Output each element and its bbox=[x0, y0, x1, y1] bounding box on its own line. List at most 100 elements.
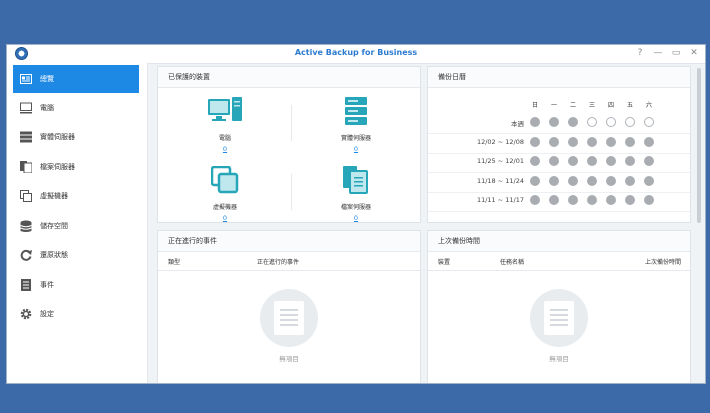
backup-day-dot[interactable] bbox=[606, 175, 616, 186]
sidebar-item-restore-status[interactable]: 還原狀態 bbox=[7, 241, 147, 271]
device-physical-server: 實體伺服器 0 bbox=[311, 97, 401, 153]
empty-list-icon bbox=[530, 289, 588, 347]
empty-day-dot[interactable] bbox=[587, 117, 597, 127]
sidebar-item-log[interactable]: 事件 bbox=[7, 270, 147, 300]
weekday-header: 日 bbox=[531, 102, 538, 109]
backup-day-dot[interactable] bbox=[587, 175, 597, 186]
week-label: 11/25 ~ 12/01 bbox=[476, 157, 524, 165]
backup-day-dot[interactable] bbox=[644, 175, 654, 186]
sidebar-item-pc[interactable]: 電腦 bbox=[7, 93, 147, 123]
week-label: 11/18 ~ 11/24 bbox=[476, 176, 524, 185]
sidebar-item-overview[interactable]: 總覽 bbox=[13, 65, 139, 93]
overview-icon bbox=[20, 73, 32, 85]
week-label: 本週 bbox=[511, 120, 524, 128]
weekday-header: 四 bbox=[607, 102, 614, 109]
backup-day-dot[interactable] bbox=[530, 136, 540, 147]
backup-day-dot[interactable] bbox=[530, 156, 540, 166]
calendar-week-row: 12/02 ~ 12/08 bbox=[428, 134, 690, 154]
empty-day-dot[interactable] bbox=[625, 117, 635, 127]
device-label: 電腦 bbox=[218, 135, 231, 142]
backup-day-dot[interactable] bbox=[549, 175, 559, 186]
protected-devices-panel: 已保護的裝置 電腦 0 實體伺服器 0 虛擬機器 0 檔案伺服器 0 bbox=[157, 66, 421, 223]
column-header-device[interactable]: 裝置 bbox=[438, 257, 450, 266]
backup-day-dot[interactable] bbox=[587, 136, 597, 147]
backup-day-dot[interactable] bbox=[549, 195, 559, 205]
backup-day-dot[interactable] bbox=[549, 136, 559, 147]
device-label: 虛擬機器 bbox=[212, 204, 237, 211]
sidebar-item-virtual-machine[interactable]: 虛擬機器 bbox=[7, 182, 147, 212]
sidebar: 總覽 電腦 實體伺服器 檔案伺服器 虛擬機器 儲存空間 還原狀態 事件 設定 bbox=[7, 63, 148, 383]
sidebar-item-file-server[interactable]: 檔案伺服器 bbox=[7, 152, 147, 182]
device-count-link[interactable]: 0 bbox=[311, 214, 401, 222]
restore-icon bbox=[20, 249, 32, 262]
backup-day-dot[interactable] bbox=[606, 136, 616, 147]
storage-icon bbox=[20, 220, 32, 232]
empty-message: 無項目 bbox=[279, 355, 299, 363]
help-icon[interactable]: ? bbox=[635, 47, 645, 60]
device-count-link[interactable]: 0 bbox=[180, 214, 270, 222]
backup-day-dot[interactable] bbox=[587, 156, 597, 166]
backup-day-dot[interactable] bbox=[606, 156, 616, 166]
app-window: Active Backup for Business ? — ▭ ✕ 總覽 電腦… bbox=[6, 44, 706, 384]
server-icon bbox=[345, 97, 367, 125]
empty-day-dot[interactable] bbox=[606, 117, 616, 127]
backup-day-dot[interactable] bbox=[549, 117, 559, 127]
backup-day-dot[interactable] bbox=[568, 136, 578, 147]
sidebar-item-label: 虛擬機器 bbox=[40, 192, 68, 201]
calendar-week-row: 11/18 ~ 11/24 bbox=[428, 173, 690, 193]
sidebar-item-physical-server[interactable]: 實體伺服器 bbox=[7, 123, 147, 153]
backup-day-dot[interactable] bbox=[625, 195, 635, 205]
backup-day-dot[interactable] bbox=[568, 195, 578, 205]
weekday-header: 五 bbox=[626, 102, 633, 109]
log-icon bbox=[20, 278, 32, 291]
minimize-icon[interactable]: — bbox=[653, 47, 663, 60]
scrollbar[interactable] bbox=[697, 68, 701, 223]
maximize-icon[interactable]: ▭ bbox=[671, 47, 681, 60]
device-count-link[interactable]: 0 bbox=[180, 145, 270, 153]
weekday-header: 三 bbox=[588, 102, 595, 109]
column-header-event[interactable]: 正在進行的事件 bbox=[257, 257, 299, 266]
sidebar-item-label: 儲存空間 bbox=[40, 221, 68, 230]
sidebar-item-label: 實體伺服器 bbox=[40, 133, 75, 142]
sidebar-item-label: 事件 bbox=[40, 280, 54, 289]
file-server-icon bbox=[343, 166, 368, 194]
backup-day-dot[interactable] bbox=[549, 156, 559, 166]
panel-title: 備份日曆 bbox=[428, 67, 690, 88]
weekday-header: 六 bbox=[645, 102, 652, 109]
backup-day-dot[interactable] bbox=[625, 136, 635, 147]
backup-day-dot[interactable] bbox=[644, 195, 654, 205]
panel-title: 上次備份時間 bbox=[428, 231, 690, 252]
column-header-last-backup[interactable]: 上次備份時間 bbox=[645, 257, 681, 266]
device-count-link[interactable]: 0 bbox=[311, 145, 401, 153]
close-icon[interactable]: ✕ bbox=[689, 47, 699, 60]
sidebar-item-settings[interactable]: 設定 bbox=[7, 300, 147, 330]
window-title: Active Backup for Business bbox=[294, 48, 418, 57]
backup-day-dot[interactable] bbox=[644, 156, 654, 166]
column-header-type[interactable]: 類型 bbox=[168, 257, 180, 266]
pc-icon bbox=[20, 102, 32, 114]
calendar-week-row: 11/11 ~ 11/17 bbox=[428, 192, 690, 212]
device-label: 實體伺服器 bbox=[340, 135, 371, 142]
backup-day-dot[interactable] bbox=[625, 156, 635, 166]
backup-day-dot[interactable] bbox=[530, 117, 540, 127]
pc-icon bbox=[208, 97, 242, 121]
week-label: 11/11 ~ 11/17 bbox=[476, 196, 524, 204]
device-label: 檔案伺服器 bbox=[340, 204, 371, 211]
backup-day-dot[interactable] bbox=[606, 195, 616, 205]
column-header-task[interactable]: 任務名稱 bbox=[500, 257, 524, 266]
table-header: 類型 正在進行的事件 bbox=[158, 252, 420, 271]
backup-day-dot[interactable] bbox=[530, 195, 540, 205]
backup-day-dot[interactable] bbox=[625, 175, 635, 186]
calendar-week-row: 本週 bbox=[428, 114, 690, 134]
empty-day-dot[interactable] bbox=[644, 117, 654, 127]
empty-state: 無項目 bbox=[158, 289, 420, 363]
sidebar-item-label: 檔案伺服器 bbox=[40, 162, 75, 171]
backup-day-dot[interactable] bbox=[568, 117, 578, 127]
backup-day-dot[interactable] bbox=[568, 175, 578, 186]
backup-day-dot[interactable] bbox=[587, 195, 597, 205]
sidebar-item-storage[interactable]: 儲存空間 bbox=[7, 211, 147, 241]
backup-day-dot[interactable] bbox=[568, 156, 578, 166]
backup-day-dot[interactable] bbox=[644, 136, 654, 147]
file-server-icon bbox=[20, 160, 33, 174]
backup-day-dot[interactable] bbox=[530, 175, 540, 186]
